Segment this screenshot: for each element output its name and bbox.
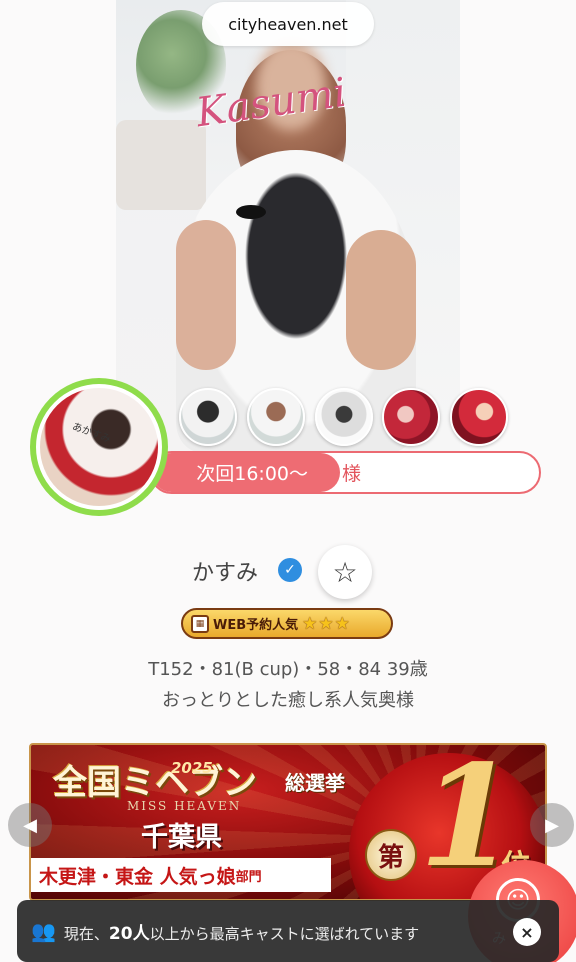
- toast-count: 20人: [108, 923, 150, 944]
- photo-chair: [116, 120, 206, 210]
- calendar-icon: ▦: [191, 614, 209, 633]
- banner-prefecture: 千葉県: [141, 822, 222, 853]
- photo-bow: [236, 205, 266, 219]
- next-schedule-bar[interactable]: 次回16:00〜 様: [150, 451, 541, 494]
- gallery-thumbnail[interactable]: [247, 388, 305, 446]
- toast-message: 現在、20人以上から最高キャストに選ばれています: [64, 919, 419, 944]
- rank-prefix: 第: [365, 829, 417, 881]
- chevron-left-icon: ◀: [23, 814, 37, 836]
- banner-miss-heaven: MISS HEAVEN: [127, 799, 242, 813]
- gallery-thumbnail[interactable]: [315, 388, 373, 446]
- carousel-prev-button[interactable]: ◀: [8, 803, 52, 847]
- close-icon[interactable]: ×: [513, 918, 541, 946]
- notification-toast: 👥 現在、20人以上から最高キャストに選ばれています ×: [17, 900, 559, 962]
- cast-name: かすみ: [192, 561, 259, 586]
- banner-subtitle: 総選挙: [285, 771, 345, 795]
- badge-label: WEB予約人気: [213, 618, 299, 633]
- election-banner[interactable]: 全国ミヘブン 2025 総選挙 MISS HEAVEN 千葉県 木更津・東金 人…: [29, 743, 547, 901]
- main-profile-photo[interactable]: Kasumi: [116, 0, 460, 452]
- photo-arm: [346, 230, 416, 370]
- badge-stars-icon: ★★★: [302, 613, 351, 634]
- name-row: かすみ ✓ ☆: [0, 545, 576, 599]
- chevron-right-icon: ▶: [545, 814, 559, 836]
- banner-title: 全国ミヘブン: [53, 763, 257, 803]
- catchphrase: おっとりとした癒し系人気奥様: [162, 690, 414, 711]
- gallery-thumbnail[interactable]: [179, 388, 237, 446]
- banner-region-strip: 木更津・東金 人気っ娘 部門: [31, 858, 331, 892]
- favorite-star-button[interactable]: ☆: [318, 545, 372, 599]
- verified-check-icon: ✓: [278, 558, 302, 582]
- photo-arm-left: [176, 220, 236, 370]
- gallery-thumbnail[interactable]: [450, 388, 508, 446]
- gallery-thumbnail[interactable]: [382, 388, 440, 446]
- web-reservation-badge: ▦ WEB予約人気 ★★★: [181, 608, 393, 639]
- people-icon: 👥: [31, 919, 56, 943]
- banner-region: 木更津・東金 人気っ娘: [39, 865, 236, 888]
- toast-suffix: 以上から最高キャストに選ばれています: [149, 924, 420, 943]
- star-outline-icon: ☆: [332, 555, 358, 589]
- avatar[interactable]: あかすみ: [30, 378, 168, 516]
- next-schedule-label: 次回16:00〜: [152, 453, 340, 492]
- banner-region-suffix: 部門: [235, 869, 262, 885]
- body-specs: T152・81(B cup)・58・84 39歳: [148, 659, 428, 680]
- schedule-trailing-text: 様: [342, 463, 362, 485]
- profile-page: Kasumi cityheaven.net 次回16:00〜 様 あかすみ かす…: [0, 0, 576, 962]
- avatar-image: [36, 384, 162, 510]
- toast-prefix: 現在、: [63, 924, 109, 943]
- url-bar[interactable]: cityheaven.net: [202, 2, 374, 46]
- carousel-next-button[interactable]: ▶: [530, 803, 574, 847]
- banner-year: 2025: [171, 759, 213, 777]
